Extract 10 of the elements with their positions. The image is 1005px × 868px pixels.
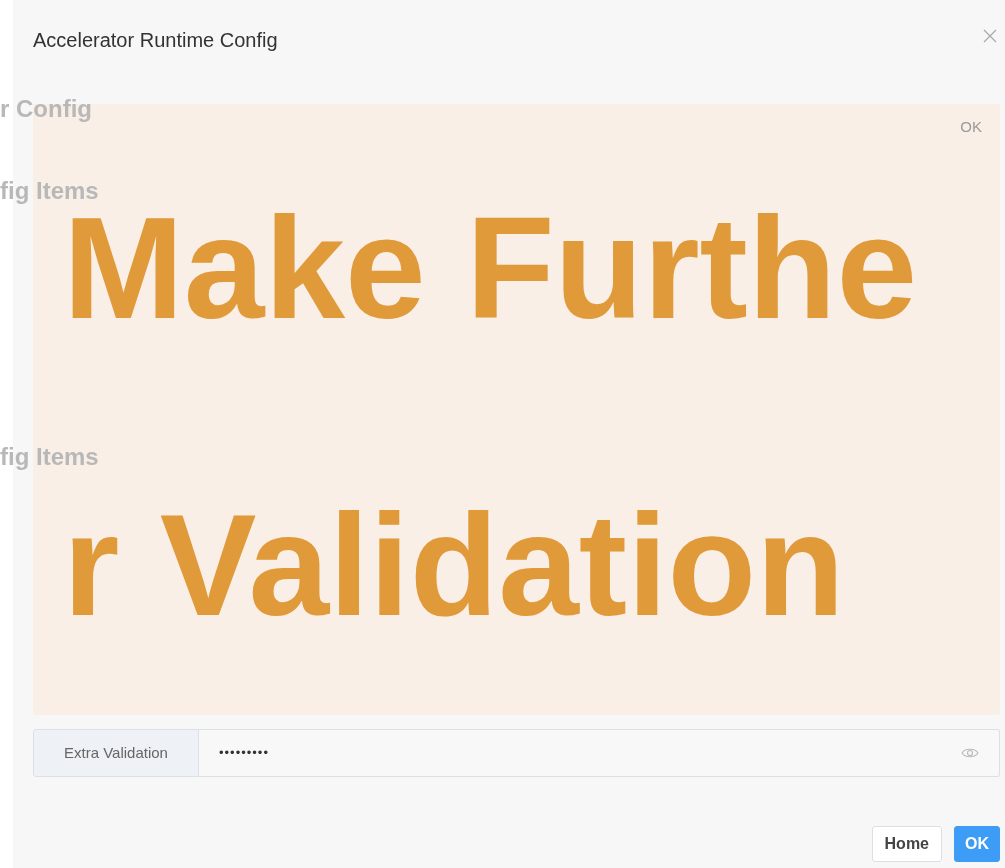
field-label: Extra Validation (33, 729, 199, 777)
faded-heading: r Config (0, 94, 92, 124)
faded-heading: fig Items (0, 442, 99, 472)
close-icon[interactable] (983, 29, 997, 43)
ok-label: OK (960, 117, 982, 137)
password-value: ••••••••• (219, 744, 270, 763)
home-button[interactable]: Home (871, 826, 942, 862)
dialog-title: Accelerator Runtime Config (33, 28, 279, 53)
banner-text: r Validation (63, 493, 845, 638)
eye-icon[interactable] (961, 747, 979, 759)
